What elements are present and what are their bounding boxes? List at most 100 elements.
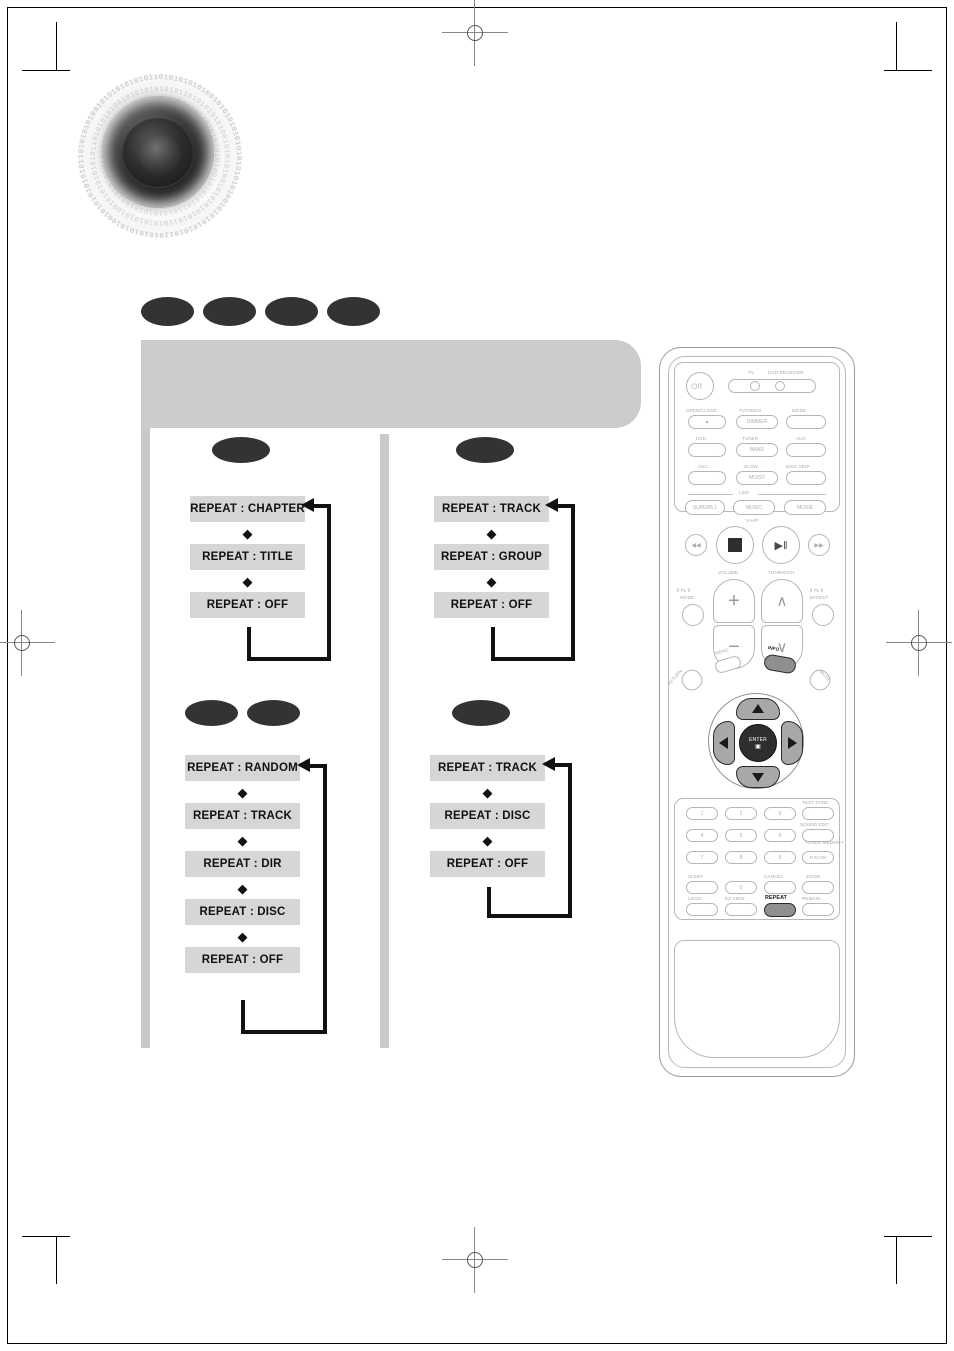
flowchart-badges xyxy=(185,700,300,726)
disc-badge xyxy=(185,700,238,726)
open-close-label: OPEN/CLOSE xyxy=(686,408,717,413)
tuner-label: TUNER xyxy=(742,436,759,441)
crop-mark-bl-v xyxy=(56,1236,58,1284)
aux-label: AUX xyxy=(796,436,806,441)
num-4-label: 4 xyxy=(700,832,704,839)
flow-step-box: REPEAT : OFF xyxy=(430,851,545,877)
registration-mark-right xyxy=(886,610,952,676)
flowchart-repeat-dvd-audio: REPEAT : TRACK ◆ REPEAT : GROUP ◆ REPEAT… xyxy=(434,437,549,618)
flow-arrow-icon: ◆ xyxy=(482,832,493,848)
band-label: BAND xyxy=(750,447,764,453)
aux-button[interactable] xyxy=(786,443,826,457)
num-8-label: 8 xyxy=(739,854,743,861)
cancel-label: CANCEL xyxy=(764,874,784,879)
chevron-down-icon xyxy=(752,773,764,782)
flow-step-box: REPEAT : OFF xyxy=(434,592,549,618)
flow-arrow-icon: ◆ xyxy=(242,525,253,541)
asc-button[interactable] xyxy=(688,471,726,485)
chevron-right-icon xyxy=(788,737,797,749)
num-1-label: 1 xyxy=(700,810,704,817)
sleep-button[interactable] xyxy=(686,881,718,894)
super51-label: SUPER5.1 xyxy=(692,504,718,511)
flow-arrow-icon: ◆ xyxy=(486,573,497,589)
enter-button[interactable]: ENTER ▣ xyxy=(739,724,777,762)
disc-type-badge-row xyxy=(141,297,380,326)
num-9-label: 9 xyxy=(778,854,782,861)
zoom-button[interactable] xyxy=(802,881,834,894)
crop-mark-tl-h xyxy=(22,70,70,72)
flow-step-box: REPEAT : TITLE xyxy=(190,544,305,570)
flow-step-box: REPEAT : RANDOM xyxy=(185,755,300,781)
volume-plus-icon: + xyxy=(728,589,740,612)
disc-badge xyxy=(452,700,510,726)
dvd-button[interactable] xyxy=(688,443,726,457)
crop-mark-br-h xyxy=(884,1236,932,1238)
flow-step-box: REPEAT : DISC xyxy=(185,899,300,925)
sound-edit-label: SOUND EDIT xyxy=(800,822,830,827)
pl-effect-button[interactable] xyxy=(812,604,834,626)
disc-badge xyxy=(212,437,270,463)
test-tone-label: TEST TONE xyxy=(802,800,829,805)
test-tone-button[interactable] xyxy=(802,807,834,820)
tuning-label: TUNING/CH xyxy=(768,570,795,575)
flow-step-box: REPEAT : DIR xyxy=(185,851,300,877)
ez-view-label: EZ VIEW xyxy=(725,896,745,901)
flow-arrow-icon: ◆ xyxy=(486,525,497,541)
flow-step-box: REPEAT : TRACK xyxy=(185,803,300,829)
chevron-left-icon xyxy=(719,737,728,749)
loop-arrowhead-icon xyxy=(542,757,555,771)
num-5-label: 5 xyxy=(739,832,743,839)
dvd-receiver-indicator-label: DVD RECEIVER xyxy=(768,370,804,375)
num-7-label: 7 xyxy=(700,854,704,861)
mode-button[interactable] xyxy=(786,415,826,429)
power-icon: ⏻/I xyxy=(691,382,703,391)
disc-skip-button[interactable] xyxy=(786,471,826,485)
num-0-label: 0 xyxy=(739,884,743,891)
cancel-button[interactable] xyxy=(764,881,796,894)
volume-label: VOLUME xyxy=(718,570,739,575)
content-rail-left xyxy=(141,428,150,1048)
lsm-group-label: LSM xyxy=(739,490,749,495)
num-3-label: 3 xyxy=(778,810,782,817)
play-pause-icon: ▶‖ xyxy=(774,539,788,552)
num-6-label: 6 xyxy=(778,832,782,839)
repeat-button[interactable] xyxy=(764,903,796,917)
flowchart-repeat-dvd: REPEAT : CHAPTER ◆ REPEAT : TITLE ◆ REPE… xyxy=(190,437,305,618)
slow-label: SLOW xyxy=(744,464,758,469)
flow-step-box: REPEAT : TRACK xyxy=(430,755,545,781)
manual-page: 0101010100101010101010110101010101001010… xyxy=(0,0,954,1351)
moist-label: MO/ST xyxy=(749,475,765,481)
remain-button[interactable] xyxy=(802,903,834,916)
content-rail-middle xyxy=(380,434,389,1048)
sleep-label: SLEEP xyxy=(688,874,704,879)
remote-bottom-panel xyxy=(674,940,840,1058)
tv-video-label: TV/VIDEO xyxy=(739,408,762,413)
section-banner xyxy=(141,340,641,428)
remote-control: ⏻/I TV DVD RECEIVER OPEN/CLOSE ▲ TV/VIDE… xyxy=(659,347,855,1077)
flowchart-repeat-mp3-jpeg: REPEAT : RANDOM ◆ REPEAT : TRACK ◆ REPEA… xyxy=(185,700,300,973)
mode-label: MODE xyxy=(792,408,807,413)
disc-badge xyxy=(247,700,300,726)
loop-arrowhead-icon xyxy=(297,758,310,772)
next-icon: ▶▶ xyxy=(814,542,824,549)
flowchart-badges xyxy=(456,437,571,463)
lsm-rule-right xyxy=(758,494,826,495)
chevron-up-icon xyxy=(752,704,764,713)
logo-label: LOGO xyxy=(688,896,702,901)
flow-step-box: REPEAT : TRACK xyxy=(434,496,549,522)
crop-mark-tr-h xyxy=(884,70,932,72)
tuner-memory-label: TUNER MEMORY xyxy=(805,840,844,845)
repeat-label: REPEAT xyxy=(765,895,788,901)
flow-arrow-icon: ◆ xyxy=(242,573,253,589)
disc-badge xyxy=(456,437,514,463)
pl-mode-button[interactable] xyxy=(682,604,704,626)
pl-effect-label: EFFECT xyxy=(810,595,829,600)
tuning-up-icon: ∧ xyxy=(776,593,788,610)
registration-mark-top xyxy=(442,0,508,66)
ez-view-button[interactable] xyxy=(725,903,757,916)
flow-arrow-icon: ◆ xyxy=(237,880,248,896)
dvd-label: DVD xyxy=(696,436,706,441)
logo-button[interactable] xyxy=(686,903,718,916)
previous-icon: ◀◀ xyxy=(691,542,701,549)
p-scan-label: P.SCAN xyxy=(809,855,827,860)
